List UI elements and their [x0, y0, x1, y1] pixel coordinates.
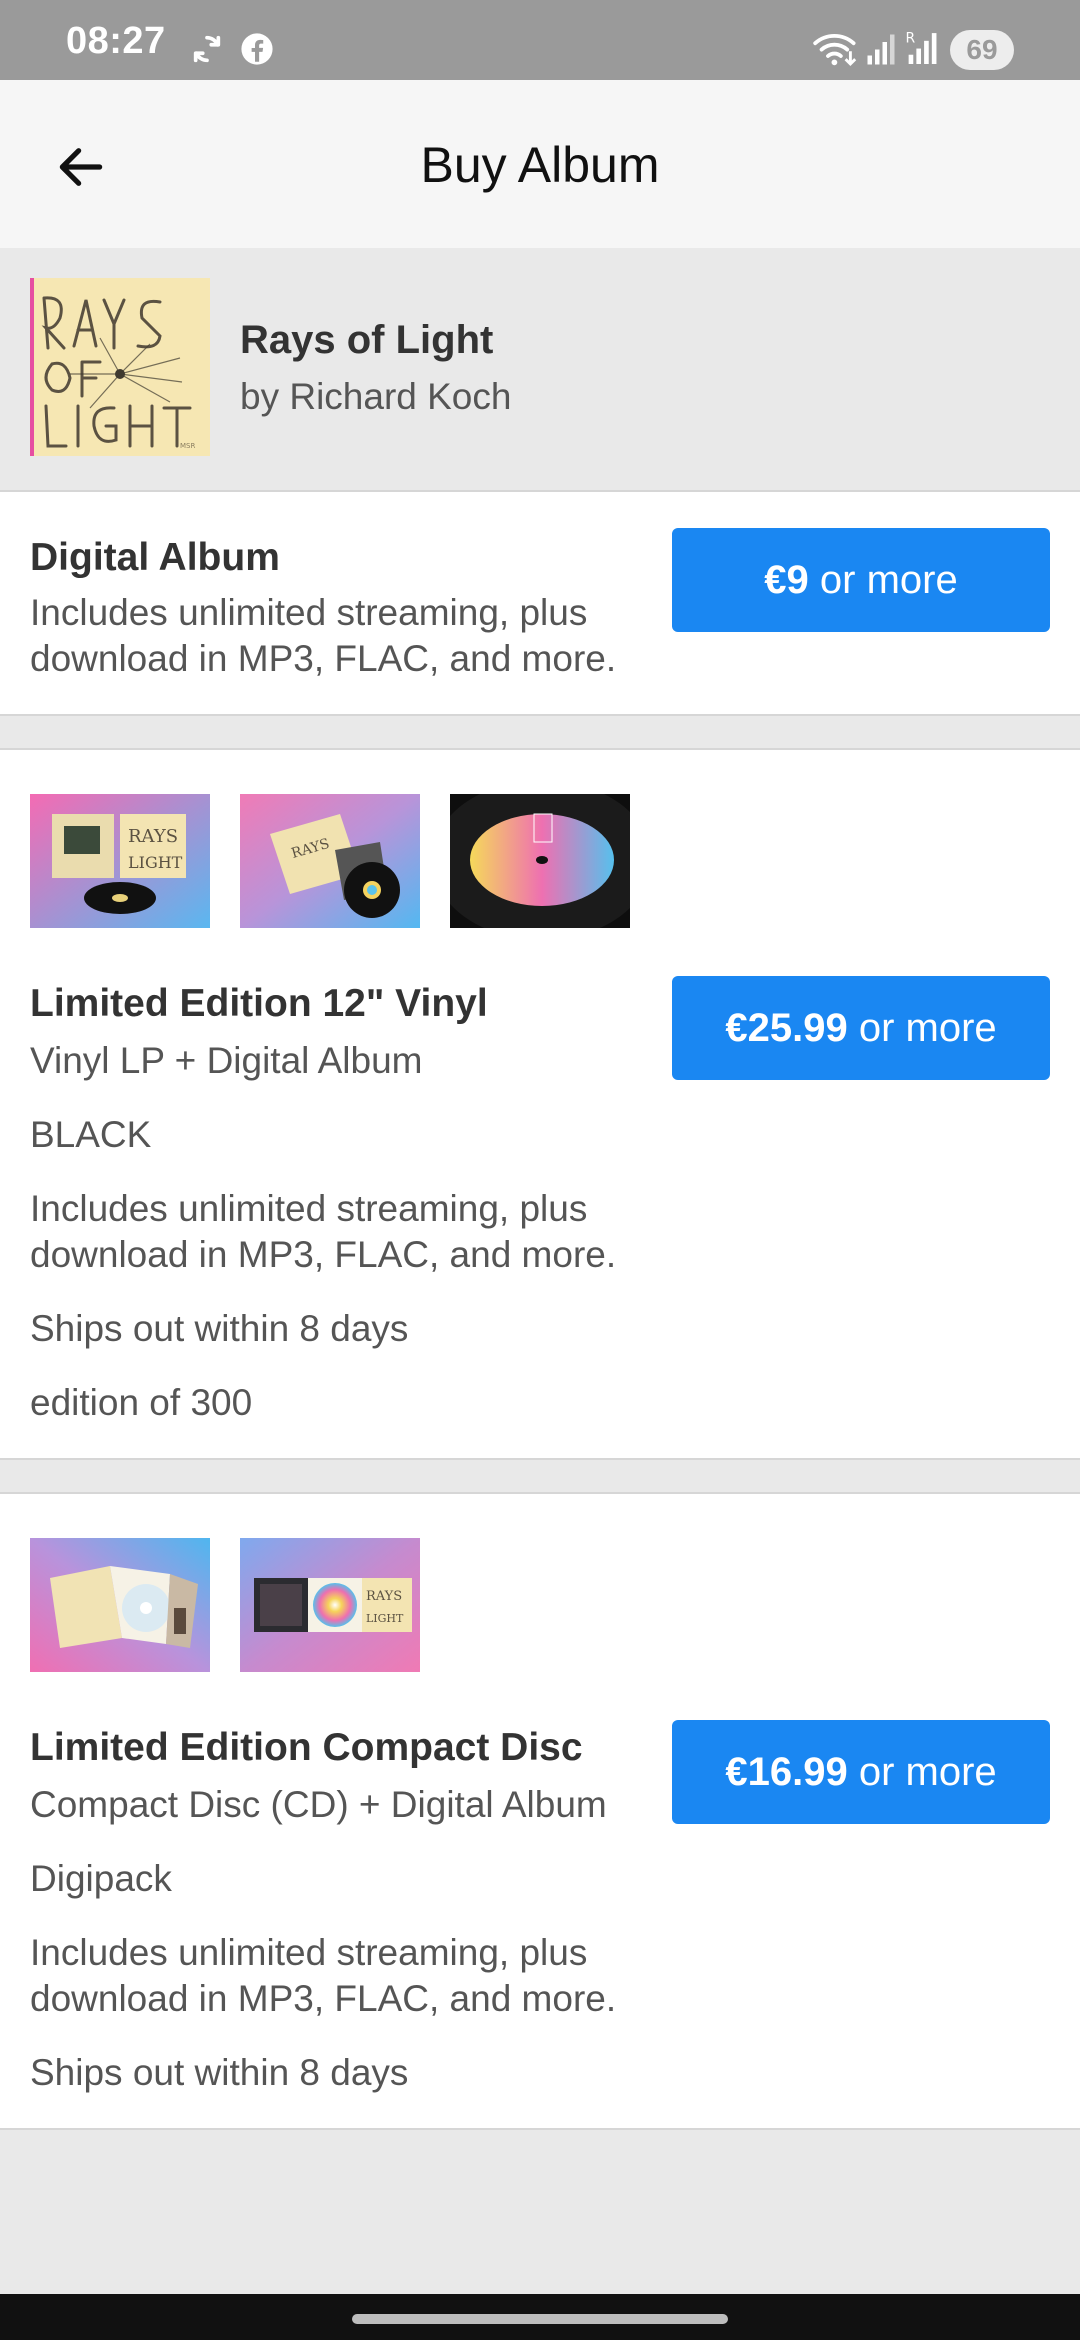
cd-format: Compact Disc (CD) + Digital Album — [30, 1784, 607, 1825]
app-bar: Buy Album — [0, 80, 1080, 248]
vinyl-card: RAYS LIGHT RAYS Limited Edition 12" Viny… — [0, 748, 1080, 1460]
vinyl-photo-3[interactable] — [450, 794, 630, 928]
cd-buy-button[interactable]: €16.99 or more — [672, 1720, 1050, 1824]
sync-icon — [193, 35, 221, 63]
cd-price-suffix: or more — [847, 1750, 997, 1794]
svg-text:MSR: MSR — [180, 442, 195, 450]
status-bar: 08:27 R 69 — [0, 0, 1080, 80]
vinyl-buy-button[interactable]: €25.99 or more — [672, 976, 1050, 1080]
svg-text:RAYS: RAYS — [366, 1589, 402, 1604]
cd-variant: Digipack — [30, 1858, 172, 1899]
svg-text:R: R — [906, 30, 916, 46]
facebook-icon — [241, 33, 273, 65]
vinyl-edition: edition of 300 — [30, 1382, 253, 1423]
status-time: 08:27 — [66, 20, 166, 62]
svg-text:RAYS: RAYS — [128, 826, 178, 847]
digital-album-price: €9 — [764, 558, 809, 602]
page-title: Buy Album — [420, 137, 660, 193]
album-artist[interactable]: by Richard Koch — [240, 376, 511, 418]
album-title: Rays of Light — [240, 318, 494, 362]
signal-roaming-icon: R — [906, 30, 937, 64]
navigation-bar — [0, 2294, 1080, 2340]
vinyl-photo-1[interactable]: RAYS LIGHT — [30, 794, 210, 928]
album-header: MSR Rays of Light by Richard Koch — [0, 248, 1080, 492]
vinyl-variant: BLACK — [30, 1114, 152, 1155]
battery-icon: 69 — [950, 30, 1014, 70]
digital-album-buy-button[interactable]: €9 or more — [672, 528, 1050, 632]
cd-photo-1[interactable] — [30, 1538, 210, 1672]
cd-title: Limited Edition Compact Disc — [30, 1726, 583, 1769]
vinyl-format: Vinyl LP + Digital Album — [30, 1040, 423, 1081]
signal-icon — [867, 34, 895, 65]
vinyl-shipping: Ships out within 8 days — [30, 1308, 409, 1349]
svg-text:LIGHT: LIGHT — [128, 853, 183, 872]
cd-shipping: Ships out within 8 days — [30, 2052, 409, 2093]
svg-text:LIGHT: LIGHT — [366, 1612, 404, 1625]
cd-price: €16.99 — [725, 1750, 848, 1794]
cd-desc-line2: download in MP3, FLAC, and more. — [30, 1978, 617, 2019]
vinyl-price: €25.99 — [725, 1006, 848, 1050]
digital-album-desc-line2: download in MP3, FLAC, and more. — [30, 638, 617, 679]
vinyl-photo-2[interactable]: RAYS — [240, 794, 420, 928]
vinyl-desc-line2: download in MP3, FLAC, and more. — [30, 1234, 617, 1275]
cd-photo-2[interactable]: RAYS LIGHT — [240, 1538, 420, 1672]
digital-album-price-suffix: or more — [808, 558, 958, 602]
digital-album-desc-line1: Includes unlimited streaming, plus — [30, 592, 588, 633]
digital-album-card: Digital Album Includes unlimited streami… — [0, 490, 1080, 716]
vinyl-desc-line1: Includes unlimited streaming, plus — [30, 1188, 588, 1229]
vinyl-title: Limited Edition 12" Vinyl — [30, 982, 488, 1025]
vinyl-price-suffix: or more — [847, 1006, 997, 1050]
wifi-icon — [813, 33, 857, 67]
digital-album-title: Digital Album — [30, 536, 280, 579]
album-cover[interactable]: MSR — [30, 278, 210, 456]
cd-desc-line1: Includes unlimited streaming, plus — [30, 1932, 588, 1973]
cd-card: RAYS LIGHT Limited Edition Compact Disc … — [0, 1492, 1080, 2130]
home-handle[interactable] — [352, 2314, 728, 2324]
